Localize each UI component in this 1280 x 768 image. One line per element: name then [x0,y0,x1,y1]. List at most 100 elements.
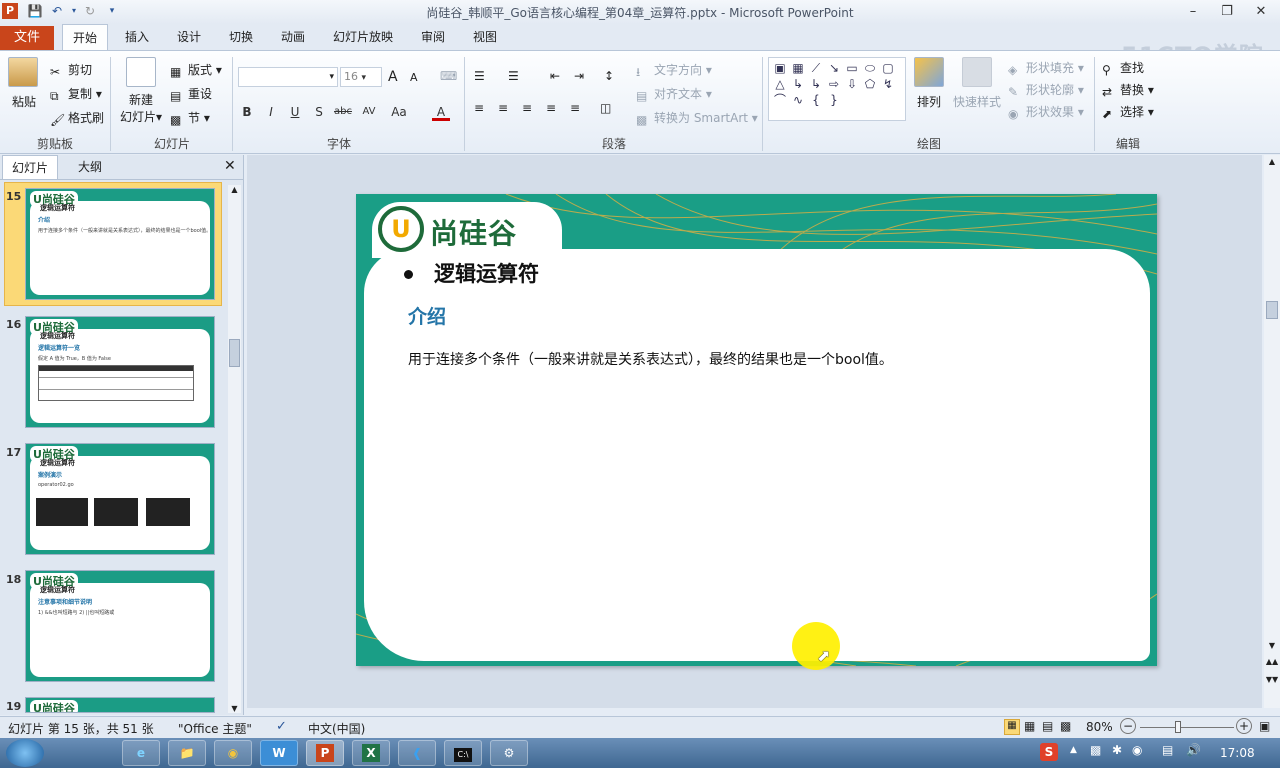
wave-shape-icon[interactable]: ∿ [789,92,807,108]
vtextbox-shape-icon[interactable]: ▦ [789,60,807,76]
font-name-select[interactable]: ▾ [238,67,338,87]
scroll-down-icon[interactable]: ▼ [1264,641,1280,650]
tab-slides[interactable]: 幻灯片 [2,155,58,179]
brace-left-shape-icon[interactable]: { [807,92,825,108]
arrow-shape-icon[interactable]: ↘ [825,60,843,76]
zoom-level[interactable]: 80% [1086,720,1113,734]
copy-button[interactable]: ⧉ 复制 ▾ [50,85,102,103]
oval-shape-icon[interactable]: ⬭ [861,60,879,76]
shape-outline-button[interactable]: ✎ 形状轮廓 ▾ [1008,81,1084,99]
normal-view-icon[interactable]: ▦ [1004,719,1020,735]
slide-thumbnail-18[interactable]: U尚硅谷 逻辑运算符 注意事项和细节说明 1) &&也叫短路与 2) ||也叫短… [25,570,215,682]
spellcheck-icon[interactable]: ✓ [276,719,287,734]
char-spacing-button[interactable]: AV [358,103,380,121]
prev-slide-icon[interactable]: ▲▲ [1264,657,1280,666]
network-icon[interactable]: ▤ [1162,743,1173,757]
cut-button[interactable]: ✂ 剪切 [50,61,92,79]
section-button[interactable]: ▩ 节 ▾ [170,109,210,127]
replace-button[interactable]: ⇄ 替换 ▾ [1102,81,1154,99]
grow-font-icon[interactable]: A [388,69,398,85]
font-color-button[interactable]: A [432,103,450,121]
tray-monitor-icon[interactable]: ▩ [1090,743,1101,757]
tab-outline[interactable]: 大纲 [62,155,118,179]
ime-sogou-icon[interactable]: S [1040,743,1058,761]
tab-transitions[interactable]: 切换 [219,24,263,50]
current-slide[interactable]: U 尚硅谷 逻辑运算符 介绍 用于连接多个条件（一般来讲就是关系表达式），最终的… [356,194,1157,666]
slide-body-text[interactable]: 用于连接多个条件（一般来讲就是关系表达式），最终的结果也是一个bool值。 [408,349,893,369]
clear-format-icon[interactable]: ⌨ [440,69,457,83]
tab-view[interactable]: 视图 [463,24,507,50]
smartart-button[interactable]: ▩ 转换为 SmartArt ▾ [636,109,758,127]
strikethrough-button[interactable]: abc [332,103,354,121]
close-pane-icon[interactable]: ✕ [224,158,236,174]
theme-name[interactable]: "Office 主题" [178,720,252,737]
excel-icon[interactable]: X [352,740,390,766]
change-case-button[interactable]: Aa [388,103,410,121]
shape-effects-button[interactable]: ◉ 形状效果 ▾ [1008,103,1084,121]
zoom-slider[interactable] [1140,721,1234,733]
rectangle-shape-icon[interactable]: ▭ [843,60,861,76]
scroll-thumb[interactable] [1266,301,1278,319]
paste-button[interactable]: 粘贴 [8,57,40,110]
scroll-down-icon[interactable]: ▼ [228,704,241,713]
editor-scrollbar[interactable]: ▲ ▼ ▲▲ ▼▼ [1264,155,1280,708]
tab-slideshow[interactable]: 幻灯片放映 [323,24,403,50]
sorter-view-icon[interactable]: ▦ [1024,719,1035,733]
justify-icon[interactable]: ≡ [546,101,556,115]
down-arrow-shape-icon[interactable]: ⇩ [843,76,861,92]
align-center-icon[interactable]: ≡ [498,101,508,115]
align-right-icon[interactable]: ≡ [522,101,532,115]
tray-expand-icon[interactable]: ▲ [1070,745,1077,755]
roundrect-shape-icon[interactable]: ▢ [879,60,897,76]
volume-icon[interactable]: 🔊 [1186,743,1201,757]
quick-styles-button[interactable]: 快速样式 [950,57,1004,110]
cmd-icon[interactable]: C:\ [444,740,482,766]
columns-icon[interactable]: ◫ [600,101,611,115]
distribute-icon[interactable]: ≡ [570,101,580,115]
reset-button[interactable]: ▤ 重设 [170,85,212,103]
text-direction-button[interactable]: ⭳ 文字方向 ▾ [636,61,712,79]
language[interactable]: 中文(中国) [308,720,365,737]
powerpoint-taskbar-icon[interactable]: P [306,740,344,766]
triangle-shape-icon[interactable]: △ [771,76,789,92]
wps-icon[interactable]: W [260,740,298,766]
zoom-slider-thumb[interactable] [1175,721,1181,733]
slide-thumbnail-16[interactable]: U尚硅谷 逻辑运算符 逻辑运算符一览 假定 A 值为 True，B 值为 Fal… [25,316,215,428]
textbox-shape-icon[interactable]: ▣ [771,60,789,76]
format-painter-button[interactable]: 🖌 格式刷 [50,109,104,127]
lightning-shape-icon[interactable]: ↯ [879,76,897,92]
slide-thumbnail-17[interactable]: U尚硅谷 逻辑运算符 案例演示 operator02.go [25,443,215,555]
right-arrow-shape-icon[interactable]: ⇨ [825,76,843,92]
close-icon[interactable]: ✕ [1246,2,1276,22]
find-button[interactable]: ⚲ 查找 [1102,59,1144,77]
numbering-icon[interactable]: ☰ [508,69,519,83]
elbow-shape-icon[interactable]: ↳ [789,76,807,92]
tab-animations[interactable]: 动画 [271,24,315,50]
font-size-select[interactable]: 16 ▾ [340,67,382,87]
arrange-button[interactable]: 排列 [912,57,946,110]
scroll-up-icon[interactable]: ▲ [228,185,241,194]
chrome-icon[interactable]: ◉ [214,740,252,766]
arc-shape-icon[interactable]: ⌒ [771,92,789,108]
zoom-in-icon[interactable]: + [1236,718,1252,734]
brace-right-shape-icon[interactable]: } [825,92,843,108]
slide-thumbnail-15[interactable]: U尚硅谷 逻辑运算符 介绍 用于连接多个条件（一般来讲就是关系表达式），最终的结… [25,188,215,300]
tool-icon[interactable]: ⚙ [490,740,528,766]
elbow2-shape-icon[interactable]: ↳ [807,76,825,92]
shape-fill-button[interactable]: ◈ 形状填充 ▾ [1008,59,1084,77]
slide-thumbnail-19[interactable]: U尚硅谷 [25,697,215,713]
slideshow-view-icon[interactable]: ▩ [1060,719,1071,733]
reading-view-icon[interactable]: ▤ [1042,719,1053,733]
decrease-indent-icon[interactable]: ⇤ [550,69,560,83]
align-text-button[interactable]: ▤ 对齐文本 ▾ [636,85,712,103]
tab-home[interactable]: 开始 [62,24,108,50]
line-shape-icon[interactable]: ⟋ [807,60,825,76]
tab-file[interactable]: 文件 [0,26,54,50]
layout-button[interactable]: ▦ 版式 ▾ [170,61,222,79]
slide-bullet-title[interactable]: 逻辑运算符 [434,258,539,288]
align-left-icon[interactable]: ≡ [474,101,484,115]
zoom-out-icon[interactable]: − [1120,718,1136,734]
bold-button[interactable]: B [238,103,256,121]
pentagon-shape-icon[interactable]: ⬠ [861,76,879,92]
tab-design[interactable]: 设计 [167,24,211,50]
